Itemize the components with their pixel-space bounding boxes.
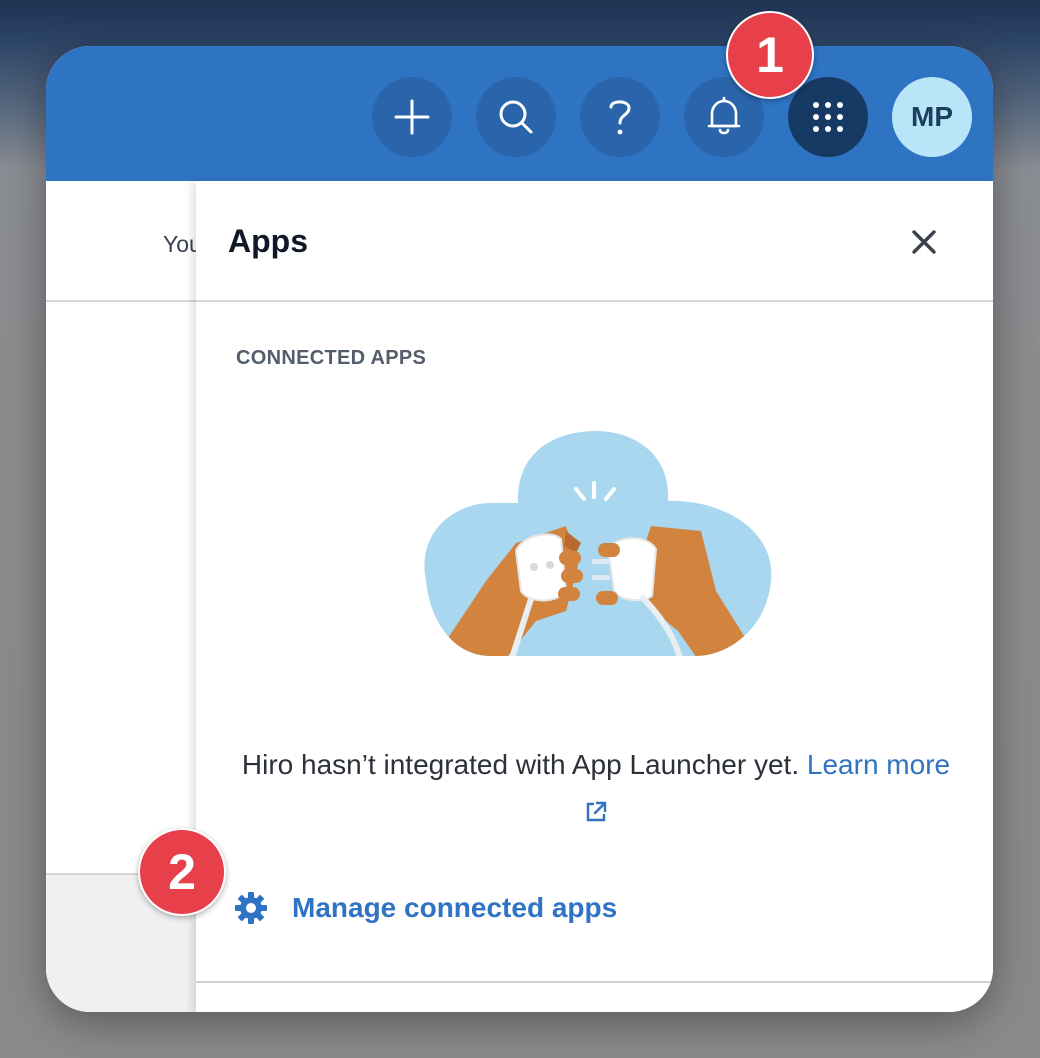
callout-badge-2: 2: [138, 828, 226, 916]
section-label: CONNECTED APPS: [236, 347, 427, 369]
learn-more-label: Learn more: [806, 749, 951, 780]
empty-state-text: Hiro hasn’t integrated with App Launcher…: [241, 749, 800, 780]
search-icon: [499, 100, 533, 134]
create-button[interactable]: [372, 77, 452, 157]
callout-badge-1: 1: [726, 11, 814, 99]
top-navigation-bar: MP: [46, 46, 993, 181]
external-link-icon: [586, 801, 607, 822]
search-button[interactable]: [476, 77, 556, 157]
panel-title: Apps: [228, 223, 308, 259]
close-icon: [912, 230, 936, 254]
apps-panel: Apps CONNECTED APPS Hiro hasn’t integrat…: [196, 181, 993, 1012]
manage-connected-apps-label: Manage connected apps: [292, 892, 618, 923]
app-launcher-grid-icon: [813, 102, 843, 132]
bell-icon: [707, 96, 741, 135]
plus-icon: [394, 99, 430, 135]
empty-state-message: Hiro hasn’t integrated with App Launcher…: [236, 741, 956, 837]
close-button[interactable]: [906, 224, 942, 260]
panel-header-divider: [196, 300, 993, 302]
user-avatar[interactable]: MP: [892, 77, 972, 157]
help-button[interactable]: [580, 77, 660, 157]
panel-bottom-divider: [196, 981, 993, 983]
manage-connected-apps-button[interactable]: Manage connected apps: [234, 891, 617, 925]
app-launcher-button[interactable]: [788, 77, 868, 157]
gear-icon: [235, 892, 267, 924]
help-icon: [609, 100, 631, 135]
plug-connection-illustration: [424, 431, 772, 656]
background-divider: [46, 300, 196, 302]
